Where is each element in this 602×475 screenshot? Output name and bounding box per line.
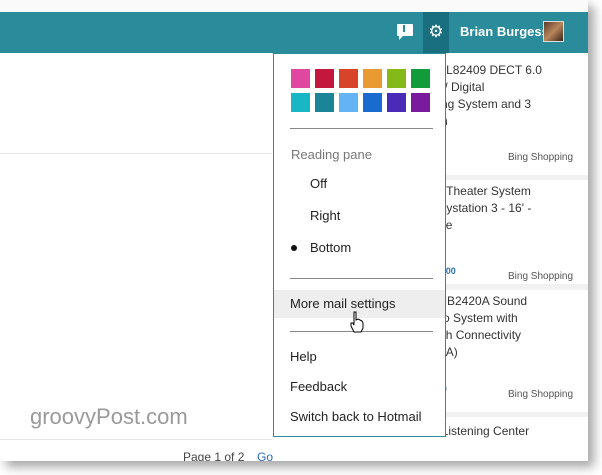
theme-swatch[interactable] <box>411 69 430 88</box>
settings-menu: Reading pane Off Right Bottom More mail … <box>273 53 446 437</box>
theme-swatch[interactable] <box>411 93 430 112</box>
option-label: Off <box>310 176 328 191</box>
theme-swatch[interactable] <box>291 93 310 112</box>
feedback-link[interactable]: Feedback <box>274 373 445 401</box>
gear-icon[interactable]: ⚙ <box>428 24 444 41</box>
ad-source: Bing Shopping <box>508 389 574 400</box>
divider <box>0 439 272 440</box>
theme-swatch[interactable] <box>339 69 358 88</box>
app-window: ⚙ Brian Burgess Page 1 of 2 Go &T CL8240… <box>0 0 588 461</box>
option-label: Right <box>310 208 341 223</box>
ad-source: Bing Shopping <box>508 152 574 163</box>
reading-pane-off[interactable]: Off <box>274 170 445 198</box>
theme-swatch[interactable] <box>387 69 406 88</box>
selected-dot-icon <box>291 245 297 251</box>
go-link[interactable]: Go <box>257 450 273 461</box>
avatar[interactable] <box>543 21 564 42</box>
divider <box>0 153 272 154</box>
theme-swatch[interactable] <box>339 93 358 112</box>
page-indicator: Page 1 of 2 <box>183 450 245 461</box>
menu-divider <box>290 278 433 279</box>
reading-pane-heading: Reading pane <box>291 147 372 162</box>
ad-source: Bing Shopping <box>508 271 574 282</box>
theme-swatch[interactable] <box>387 93 406 112</box>
theme-swatch[interactable] <box>363 93 382 112</box>
theme-swatch[interactable] <box>315 93 334 112</box>
theme-swatch[interactable] <box>363 69 382 88</box>
reading-pane-right[interactable]: Right <box>274 202 445 230</box>
theme-swatch[interactable] <box>291 69 310 88</box>
hand-cursor-icon <box>350 311 364 333</box>
user-name[interactable]: Brian Burgess <box>460 24 549 39</box>
feedback-icon[interactable] <box>397 24 413 40</box>
theme-swatch[interactable] <box>315 69 334 88</box>
help-link[interactable]: Help <box>274 343 445 371</box>
watermark: groovyPost.com <box>30 404 188 429</box>
switch-back-link[interactable]: Switch back to Hotmail <box>274 403 445 431</box>
menu-divider <box>290 128 433 129</box>
option-label: Bottom <box>310 240 352 255</box>
reading-pane-bottom[interactable]: Bottom <box>274 234 445 262</box>
